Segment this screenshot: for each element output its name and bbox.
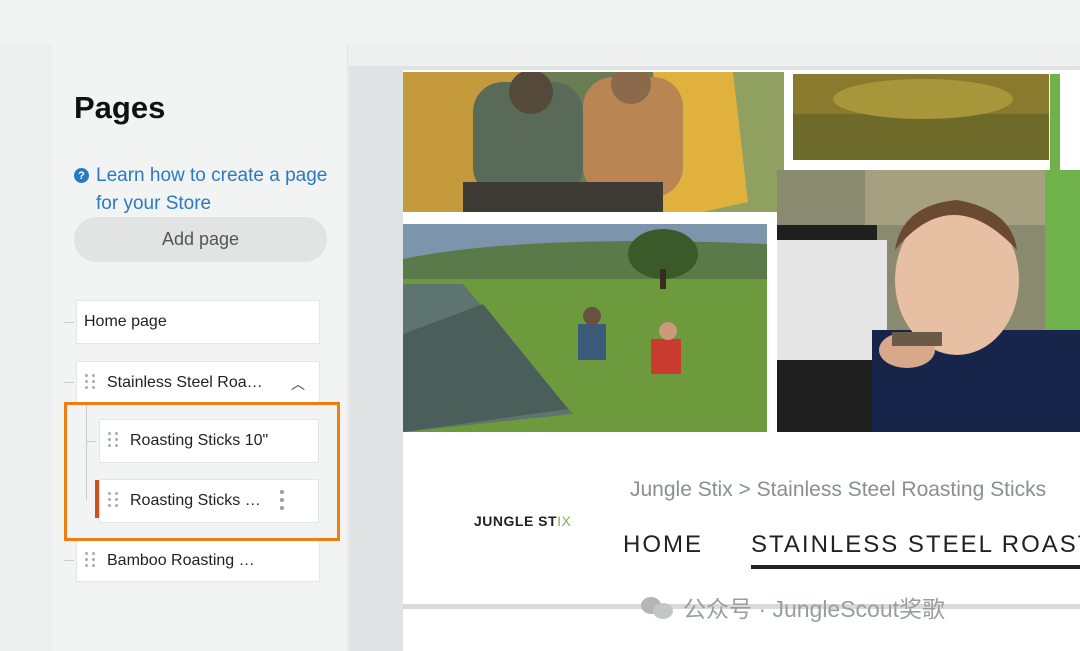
family-camping-tent-photo xyxy=(403,72,784,212)
breadcrumb[interactable]: Jungle Stix > Stainless Steel Roasting S… xyxy=(630,478,1046,502)
help-row: ? Learn how to create a page for your St… xyxy=(74,162,344,218)
watermark: 公众号 · JungleScout奖歌 xyxy=(641,590,945,624)
nav-home-tab[interactable]: HOME xyxy=(623,531,703,559)
store-logo[interactable]: JUNGLE STIX xyxy=(474,513,571,529)
logo-text: JUNGLE ST xyxy=(474,513,558,529)
add-page-button[interactable]: Add page xyxy=(74,217,327,262)
help-icon: ? xyxy=(74,168,89,183)
logo-accent: IX xyxy=(557,513,572,529)
active-tab-underline xyxy=(751,565,1080,569)
grass-field-photo xyxy=(793,74,1049,160)
page-title: Pages xyxy=(74,90,166,125)
page-item-bamboo[interactable]: Bamboo Roasting … xyxy=(76,540,320,582)
page-item-label: Bamboo Roasting … xyxy=(107,552,255,569)
page-item-home[interactable]: Home page xyxy=(76,300,320,344)
top-strip xyxy=(0,0,1080,44)
tree-connector xyxy=(64,322,74,323)
page-item-label: Home page xyxy=(84,313,167,330)
tree-connector xyxy=(64,382,74,383)
green-meadow-tent-photo xyxy=(403,224,767,432)
chevron-up-icon[interactable]: ︿ xyxy=(291,374,305,394)
highlight-box xyxy=(64,402,340,541)
drag-handle-icon[interactable] xyxy=(85,552,95,570)
drag-handle-icon[interactable] xyxy=(85,374,95,392)
nav-stainless-steel-tab[interactable]: STAINLESS STEEL ROAST xyxy=(751,531,1080,559)
page-item-label: Stainless Steel Roa… xyxy=(107,374,263,391)
left-edge xyxy=(0,44,52,651)
tree-connector xyxy=(64,560,74,561)
child-eating-smore-photo xyxy=(777,170,1080,432)
watermark-text: 公众号 · JungleScout奖歌 xyxy=(683,596,946,622)
wechat-icon xyxy=(641,595,675,619)
learn-create-page-link[interactable]: Learn how to create a page for your Stor… xyxy=(96,162,344,218)
page-item-stainless-steel[interactable]: Stainless Steel Roa… ︿ xyxy=(76,361,320,405)
